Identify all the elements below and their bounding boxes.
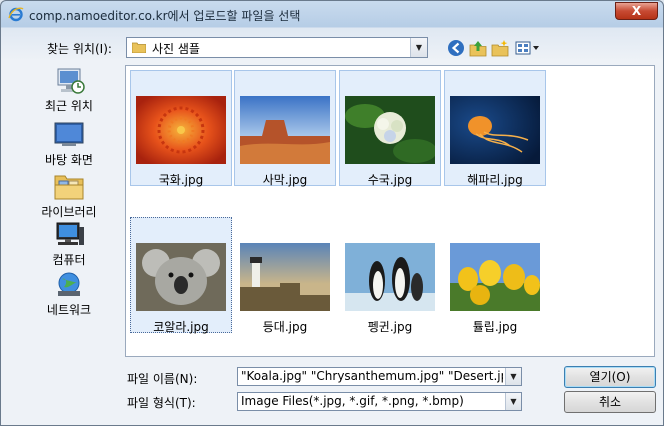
recent-places-icon	[57, 68, 85, 94]
look-in-dropdown[interactable]: 사진 샘플 ▼	[126, 37, 428, 58]
folder-icon	[132, 42, 146, 53]
file-name: 해파리.jpg	[467, 173, 523, 187]
open-button[interactable]: 열기(O)	[564, 366, 656, 388]
place-label: 컴퓨터	[52, 253, 86, 267]
file-item-lighthouse[interactable]: 등대.jpg	[234, 217, 336, 334]
file-name-label: 파일 이름(N):	[127, 372, 198, 386]
chevron-down-icon[interactable]: ▼	[505, 393, 521, 410]
title-bar[interactable]: comp.namoeditor.co.kr에서 업로드할 파일을 선택 X	[1, 1, 663, 27]
view-menu-icon[interactable]	[515, 39, 541, 57]
place-desktop[interactable]: 바탕 화면	[29, 121, 109, 168]
place-network[interactable]: 네트워크	[29, 271, 109, 318]
file-item-hydrangea[interactable]: 수국.jpg	[339, 70, 441, 187]
close-button[interactable]: X	[615, 2, 658, 20]
place-label: 네트워크	[46, 303, 92, 317]
place-label: 라이브러리	[41, 205, 97, 219]
internet-explorer-icon	[8, 7, 24, 22]
penguins-thumbnail	[345, 243, 435, 311]
file-type-label: 파일 형식(T):	[127, 396, 196, 410]
place-computer[interactable]: 컴퓨터	[29, 221, 109, 268]
tulips-thumbnail	[450, 243, 540, 311]
network-icon	[58, 272, 80, 296]
koala-thumbnail	[136, 243, 226, 311]
look-in-label: 찾는 위치(I):	[47, 42, 112, 56]
file-name: 코알라.jpg	[153, 320, 209, 334]
desert-thumbnail	[240, 96, 330, 164]
file-name-input[interactable]: "Koala.jpg" "Chrysanthemum.jpg" "Desert.…	[237, 367, 522, 386]
file-type-value: Image Files(*.jpg, *.gif, *.png, *.bmp)	[241, 394, 464, 408]
cancel-button[interactable]: 취소	[564, 391, 656, 413]
file-name: 튤립.jpg	[472, 320, 518, 334]
file-name: 펭귄.jpg	[367, 320, 413, 334]
look-in-value: 사진 샘플	[152, 42, 200, 56]
jellyfish-thumbnail	[450, 96, 540, 164]
file-name: 등대.jpg	[262, 320, 308, 334]
file-item-penguins[interactable]: 펭귄.jpg	[339, 217, 441, 334]
hydrangea-thumbnail	[345, 96, 435, 164]
chevron-down-icon[interactable]: ▼	[505, 368, 521, 385]
new-folder-icon[interactable]	[491, 39, 509, 57]
file-name: 국화.jpg	[158, 173, 204, 187]
file-list[interactable]: 국화.jpg 사막.jpg 수국.jpg 해파리.jpg 코알라.jpg 등대.…	[125, 65, 655, 357]
up-folder-icon[interactable]	[469, 39, 487, 57]
file-open-dialog: comp.namoeditor.co.kr에서 업로드할 파일을 선택 X 찾는…	[0, 0, 664, 426]
chevron-down-icon[interactable]: ▼	[410, 38, 427, 57]
place-label: 최근 위치	[45, 99, 93, 113]
back-icon[interactable]	[447, 39, 465, 57]
lighthouse-thumbnail	[240, 243, 330, 311]
desktop-icon	[54, 122, 84, 146]
file-name-value: "Koala.jpg" "Chrysanthemum.jpg" "Desert.…	[241, 369, 503, 383]
file-item-desert[interactable]: 사막.jpg	[234, 70, 336, 187]
computer-icon	[56, 222, 84, 245]
chrysanthemum-thumbnail	[136, 96, 226, 164]
file-item-koala[interactable]: 코알라.jpg	[130, 217, 232, 334]
file-name: 수국.jpg	[367, 173, 413, 187]
place-libraries[interactable]: 라이브러리	[29, 171, 109, 220]
file-item-chrysanthemum[interactable]: 국화.jpg	[130, 70, 232, 187]
file-type-dropdown[interactable]: Image Files(*.jpg, *.gif, *.png, *.bmp) …	[237, 392, 522, 411]
libraries-icon	[54, 175, 84, 200]
window-title: comp.namoeditor.co.kr에서 업로드할 파일을 선택	[29, 9, 301, 23]
place-label: 바탕 화면	[45, 153, 93, 167]
file-item-jellyfish[interactable]: 해파리.jpg	[444, 70, 546, 187]
place-recent-locations[interactable]: 최근 위치	[29, 67, 109, 114]
file-name: 사막.jpg	[262, 173, 308, 187]
file-item-tulips[interactable]: 튤립.jpg	[444, 217, 546, 334]
